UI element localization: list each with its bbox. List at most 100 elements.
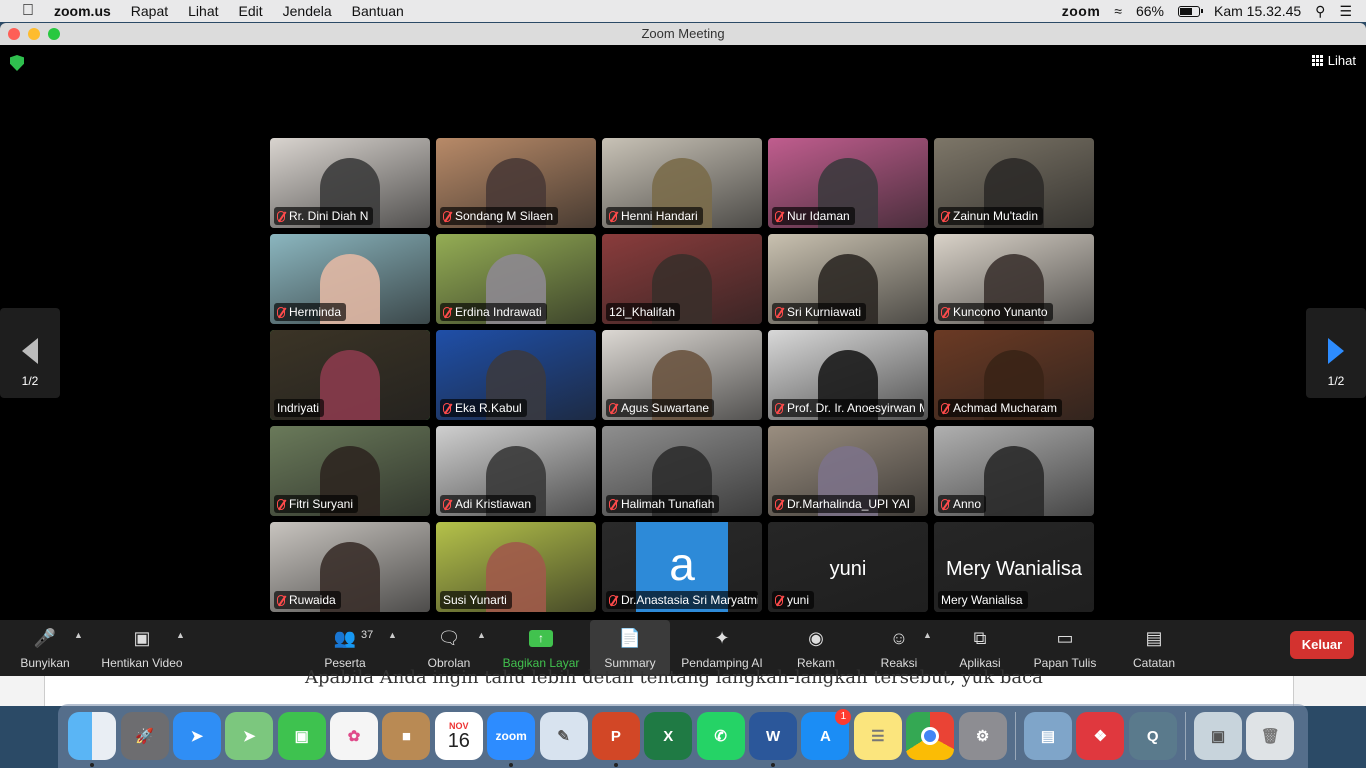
menu-jendela[interactable]: Jendela: [283, 3, 332, 19]
participants-options-caret[interactable]: ▲: [388, 630, 397, 640]
participant-tile[interactable]: Erdina Indrawati: [436, 234, 596, 324]
participant-name: Dr.Marhalinda_UPI YAI: [787, 497, 910, 511]
spotlight-icon[interactable]: ⚲: [1315, 3, 1325, 20]
stop-video-button[interactable]: ▣ Hentikan Video: [96, 620, 188, 676]
participant-name: Sri Kurniawati: [787, 305, 862, 319]
participant-tile[interactable]: Adi Kristiawan: [436, 426, 596, 516]
apple-icon[interactable]: : [18, 2, 38, 20]
participant-tile[interactable]: Herminda: [270, 234, 430, 324]
zoom-app-icon[interactable]: zoom: [487, 712, 536, 767]
participant-tile[interactable]: Mery Wanialisa Mery Wanialisa: [934, 522, 1094, 612]
muted-microphone-icon: [443, 402, 451, 414]
participant-name-label: Agus Suwartane: [606, 399, 715, 417]
window-titlebar[interactable]: Zoom Meeting: [0, 23, 1366, 45]
menu-lihat[interactable]: Lihat: [188, 3, 218, 19]
contacts-icon[interactable]: ■: [382, 712, 431, 760]
participant-tile[interactable]: 12i_Khalifah: [602, 234, 762, 324]
menu-bantuan[interactable]: Bantuan: [352, 3, 404, 19]
clock[interactable]: Kam 15.32.45: [1214, 3, 1301, 19]
chrome-icon[interactable]: [906, 712, 955, 760]
participant-name: Agus Suwartane: [621, 401, 710, 415]
muted-microphone-icon: [941, 498, 949, 510]
participant-tile[interactable]: Anno: [934, 426, 1094, 516]
participant-tile[interactable]: yuni yuni: [768, 522, 928, 612]
participant-name-label: Henni Handari: [606, 207, 703, 225]
participant-tile[interactable]: Susi Yunarti: [436, 522, 596, 612]
muted-microphone-icon: [775, 210, 783, 222]
audio-options-caret[interactable]: ▲: [74, 630, 83, 640]
whatsapp-icon[interactable]: ✆: [696, 712, 745, 760]
launchpad-icon[interactable]: 🚀: [120, 712, 169, 760]
participant-tile[interactable]: Ruwaida: [270, 522, 430, 612]
participant-tile[interactable]: Agus Suwartane: [602, 330, 762, 420]
participant-tile[interactable]: Nur Idaman: [768, 138, 928, 228]
participant-tile[interactable]: Sondang M Silaen: [436, 138, 596, 228]
menu-edit[interactable]: Edit: [239, 3, 263, 19]
reactions-options-caret[interactable]: ▲: [923, 630, 932, 640]
participant-name-label: Ruwaida: [274, 591, 341, 609]
page-indicator-right: 1/2: [1327, 374, 1345, 388]
finder-icon[interactable]: [68, 712, 117, 767]
view-button[interactable]: Lihat: [1311, 53, 1356, 68]
participant-tile[interactable]: Dr.Marhalinda_UPI YAI: [768, 426, 928, 516]
mindmap-app-icon[interactable]: ❖: [1076, 712, 1125, 760]
participant-tile[interactable]: Zainun Mu'tadin: [934, 138, 1094, 228]
app-store-icon[interactable]: A1: [801, 709, 852, 760]
facetime-icon[interactable]: ▣: [277, 712, 326, 760]
wifi-icon[interactable]: ≈: [1114, 3, 1122, 19]
safari-icon[interactable]: ➤: [172, 712, 221, 760]
security-shield-icon[interactable]: [10, 55, 24, 71]
next-page-button[interactable]: 1/2: [1306, 308, 1366, 398]
system-preferences-icon[interactable]: ⚙: [958, 712, 1007, 760]
trash-icon[interactable]: 🗑: [1246, 712, 1295, 760]
participant-name: Prof. Dr. Ir. Anoesyirwan MM: [787, 401, 924, 415]
quicktime-icon[interactable]: Q: [1128, 712, 1177, 760]
notes-button[interactable]: ▤ Catatan: [1126, 620, 1182, 676]
muted-microphone-icon: [941, 402, 949, 414]
chat-options-caret[interactable]: ▲: [477, 630, 486, 640]
participant-name: yuni: [787, 593, 810, 607]
word-icon[interactable]: W: [749, 712, 798, 767]
participant-name: Zainun Mu'tadin: [953, 209, 1039, 223]
participant-name: Mery Wanialisa: [941, 593, 1023, 607]
unmute-button[interactable]: 🎤 Bunyikan: [14, 620, 76, 676]
excel-icon[interactable]: X: [644, 712, 693, 760]
participant-tile[interactable]: Prof. Dr. Ir. Anoesyirwan MM: [768, 330, 928, 420]
summary-icon: 📄: [618, 627, 642, 648]
participant-tile[interactable]: Sri Kurniawati: [768, 234, 928, 324]
participant-name: Sondang M Silaen: [455, 209, 554, 223]
powerpoint-icon[interactable]: P: [591, 712, 640, 767]
menu-rapat[interactable]: Rapat: [131, 3, 168, 19]
participant-tile[interactable]: Rr. Dini Diah N: [270, 138, 430, 228]
prev-page-button[interactable]: 1/2: [0, 308, 60, 398]
minimize-window-button[interactable]: [28, 28, 40, 40]
photos-icon[interactable]: ✿: [330, 712, 379, 760]
participant-tile[interactable]: Indriyati: [270, 330, 430, 420]
menu-app[interactable]: zoom.us: [54, 3, 111, 19]
video-options-caret[interactable]: ▲: [176, 630, 185, 640]
participant-name: Susi Yunarti: [443, 593, 507, 607]
participant-tile[interactable]: Fitri Suryani: [270, 426, 430, 516]
participant-tile[interactable]: a Dr.Anastasia Sri Maryatmi: [602, 522, 762, 612]
participant-tile[interactable]: Henni Handari: [602, 138, 762, 228]
notes-app-icon[interactable]: ☰: [853, 712, 902, 760]
maps-icon[interactable]: ➤: [225, 712, 274, 760]
whiteboard-icon: ▭: [1056, 627, 1074, 648]
downloads-folder-icon[interactable]: ▣: [1194, 712, 1243, 760]
control-center-icon[interactable]: ☰: [1339, 3, 1352, 20]
dock-separator: [1014, 712, 1016, 760]
participant-tile[interactable]: Halimah Tunafiah: [602, 426, 762, 516]
participant-tile[interactable]: Eka R.Kabul: [436, 330, 596, 420]
close-window-button[interactable]: [8, 28, 20, 40]
leave-meeting-button[interactable]: Keluar: [1290, 631, 1354, 659]
zoom-status-icon[interactable]: zoom: [1062, 3, 1101, 19]
maximize-window-button[interactable]: [48, 28, 60, 40]
battery-icon[interactable]: [1178, 5, 1203, 17]
participant-tile[interactable]: Achmad Mucharam: [934, 330, 1094, 420]
participant-tile[interactable]: Kuncono Yunanto: [934, 234, 1094, 324]
background-browser-page: Apabila Anda ingin tahu lebih detail ten…: [0, 669, 1366, 706]
calendar-icon[interactable]: NOV 16: [434, 712, 483, 760]
image-capture-icon[interactable]: ▤: [1023, 712, 1072, 760]
participant-name: Ruwaida: [289, 593, 336, 607]
preview-icon[interactable]: ✎: [539, 712, 588, 760]
